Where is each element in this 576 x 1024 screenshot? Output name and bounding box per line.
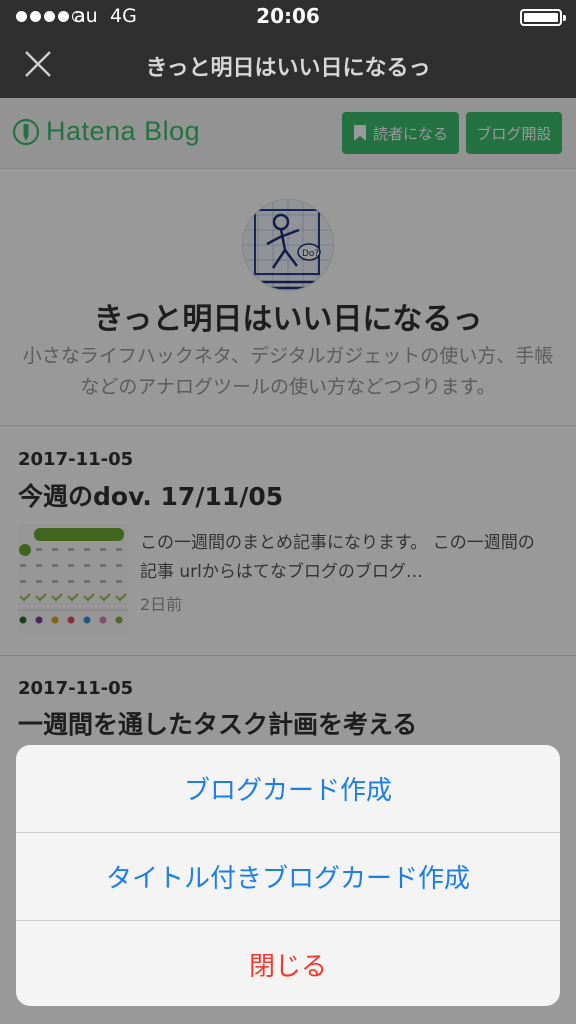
battery-icon [520, 9, 566, 26]
page-title: きっと明日はいい日になるっ [145, 56, 431, 81]
status-time: 20:06 [256, 4, 320, 28]
create-blog-card-button[interactable]: ブログカード作成 [16, 745, 560, 832]
top-bar: au 4G 20:06 きっと明日はいい日になるっ [0, 0, 576, 98]
status-bar: au 4G 20:06 [0, 0, 576, 34]
close-icon [25, 51, 51, 77]
close-button[interactable] [22, 50, 54, 78]
create-titled-blog-card-button[interactable]: タイトル付きブログカード作成 [16, 833, 560, 920]
close-sheet-button[interactable]: 閉じる [16, 921, 560, 1006]
action-sheet: ブログカード作成 タイトル付きブログカード作成 閉じる [16, 745, 560, 1006]
